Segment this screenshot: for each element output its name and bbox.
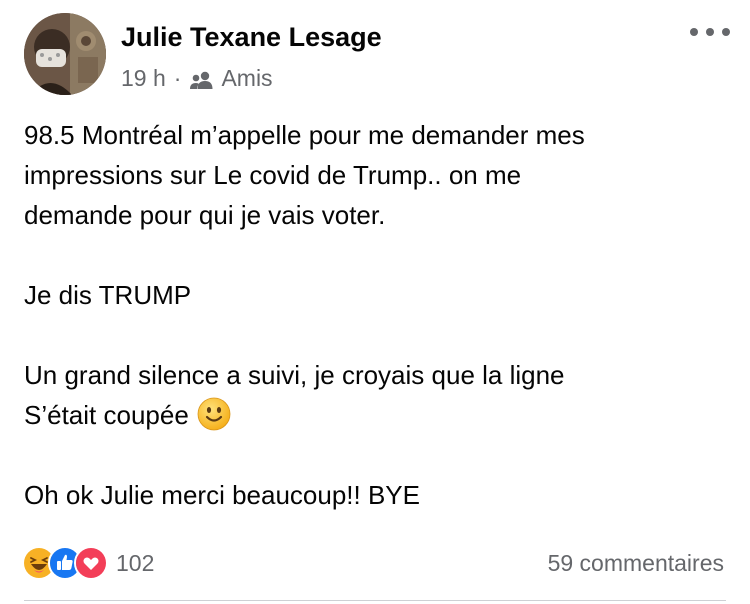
more-options-button[interactable]: [690, 22, 730, 42]
meta-separator: ·: [173, 65, 182, 91]
post-line: Je dis TRUMP: [24, 280, 192, 310]
post-line: Oh ok Julie merci beaucoup!! BYE: [24, 480, 420, 510]
love-reaction-icon: [74, 546, 108, 580]
reaction-count: 102: [116, 549, 155, 576]
author-avatar[interactable]: [24, 13, 106, 95]
post-time[interactable]: 19 h: [121, 65, 166, 92]
post-line: impressions sur Le covid de Trump.. on m…: [24, 160, 522, 190]
audience-label[interactable]: Amis: [221, 65, 272, 92]
facebook-post: Julie Texane Lesage 19 h · Amis 98.5 Mon…: [0, 0, 750, 604]
more-horizontal-icon: [690, 28, 698, 36]
comments-count-link[interactable]: 59 commentaires: [548, 550, 724, 577]
post-line: demande pour qui je vais voter.: [24, 200, 386, 230]
more-horizontal-icon: [722, 28, 730, 36]
post-line: 98.5 Montréal m’appelle pour me demander…: [24, 120, 585, 150]
post-meta: 19 h · Amis: [121, 65, 273, 92]
post-line: Un grand silence a suivi, je croyais que…: [24, 360, 565, 390]
friends-icon[interactable]: [189, 69, 215, 89]
slightly-smiling-face-icon: [197, 397, 231, 431]
more-horizontal-icon: [706, 28, 714, 36]
avatar-photo: [24, 13, 106, 95]
author-name[interactable]: Julie Texane Lesage: [121, 22, 382, 53]
post-body: 98.5 Montréal m’appelle pour me demander…: [24, 115, 724, 515]
reactions-summary[interactable]: 102: [22, 546, 154, 580]
post-line-text: S’était coupée: [24, 400, 189, 430]
post-line-with-emoji: S’était coupée: [24, 395, 724, 435]
footer-divider: [24, 600, 726, 601]
